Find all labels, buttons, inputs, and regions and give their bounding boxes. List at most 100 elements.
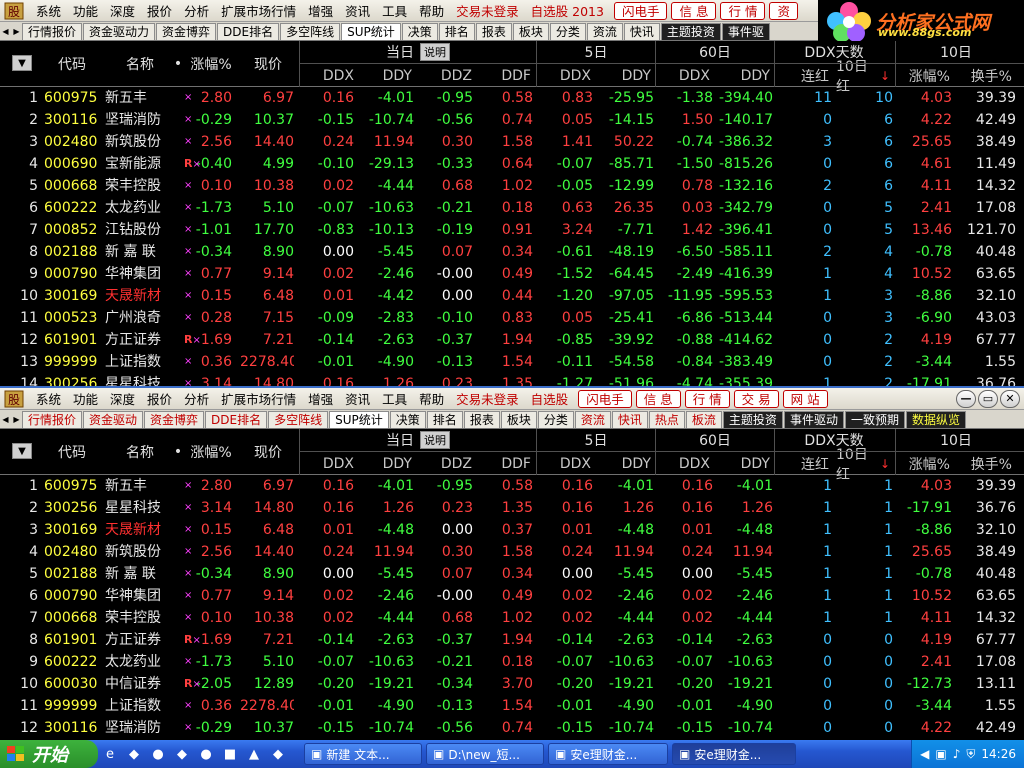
menu-item[interactable]: 功能	[67, 389, 104, 408]
app-quicklaunch-icon[interactable]: ●	[148, 744, 168, 764]
tab[interactable]: 主题投资	[722, 410, 783, 428]
tab[interactable]: 一致预期	[844, 410, 905, 428]
menu-item[interactable]: 自选股 2013	[525, 1, 610, 20]
column-header[interactable]: 换手%	[956, 65, 1016, 87]
menu-item[interactable]: 分析	[178, 389, 215, 408]
toolbar-pill-button[interactable]: 资	[769, 1, 798, 20]
taskbar-window-button[interactable]: ▣ 安e理财金...	[548, 743, 668, 765]
table-row[interactable]: 3 300169 天晟新材 0.15 6.48 0.01 -4.48 0.00 0.37 0.01…	[0, 519, 1024, 541]
minimize-icon[interactable]: —	[956, 389, 976, 408]
menu-item[interactable]: 深度	[104, 389, 141, 408]
column-header[interactable]: DDY	[358, 453, 416, 475]
network-icon[interactable]: ▣	[935, 747, 946, 761]
group-header-today[interactable]: 当日 说明	[300, 41, 536, 63]
app-quicklaunch-icon[interactable]: ◆	[172, 744, 192, 764]
app-logo-icon[interactable]: 股	[2, 1, 26, 21]
table-row[interactable]: 12 300116 坚瑞消防 -0.29 10.37 -0.15 -10.74 -0.56 0.…	[0, 717, 1024, 739]
table-row[interactable]: 1 600975 新五丰 2.80 6.97 0.16 -4.01 -0.95 0.58 0.83…	[0, 87, 1024, 109]
table-row[interactable]: 11 000523 广州浪奇 0.28 7.15 -0.09 -2.83 -0.10 0.83 0…	[0, 307, 1024, 329]
table-row[interactable]: 9 600222 太龙药业 -1.73 5.10 -0.07 -10.63 -0.21 0.18…	[0, 651, 1024, 673]
table-row[interactable]: 2 300256 星星科技 3.14 14.80 0.16 1.26 0.23 1.35 0.16…	[0, 497, 1024, 519]
column-header[interactable]: DDF	[477, 453, 535, 475]
table-row[interactable]: 8 601901 方正证券 1.69 7.21 -0.14 -2.63 -0.37 1.94 -0…	[0, 629, 1024, 651]
column-header[interactable]: DDY	[716, 65, 774, 87]
column-header[interactable]: DDX	[656, 453, 714, 475]
tab[interactable]: 资金驱动	[83, 410, 144, 428]
table-row[interactable]: 2 300116 坚瑞消防 -0.29 10.37 -0.15 -10.74 -0.56 0.7…	[0, 109, 1024, 131]
column-header[interactable]: 现价	[240, 41, 296, 87]
menu-item[interactable]: 分析	[178, 1, 215, 20]
table-row[interactable]: 12 601901 方正证券 1.69 7.21 -0.14 -2.63 -0.37 1.94-…	[0, 329, 1024, 351]
table-row[interactable]: 8 002188 新 嘉 联 -0.34 8.90 0.00 -5.45 0.07 0.34 -0…	[0, 241, 1024, 263]
column-header[interactable]: 名称	[105, 429, 175, 475]
tab[interactable]: 排名	[438, 22, 475, 40]
table-row[interactable]: 4 002480 新筑股份 2.56 14.40 0.24 11.94 0.30 1.58 0.2…	[0, 541, 1024, 563]
column-header[interactable]: DDX	[656, 65, 714, 87]
tab[interactable]: 多空阵线	[268, 410, 329, 428]
menu-item[interactable]: 报价	[141, 1, 178, 20]
menu-item[interactable]: 帮助	[413, 1, 450, 20]
tab[interactable]: 决策	[401, 22, 438, 40]
table-row[interactable]: 5 002188 新 嘉 联 -0.34 8.90 0.00 -5.45 0.07 0.34 0.…	[0, 563, 1024, 585]
tab[interactable]: 多空阵线	[280, 22, 341, 40]
group-header-10d[interactable]: 10日	[896, 41, 1016, 63]
menu-item[interactable]: 交易未登录	[450, 389, 525, 408]
menu-item[interactable]: 工具	[376, 389, 413, 408]
sort-dropdown-icon[interactable]: ▼	[12, 443, 32, 459]
column-header[interactable]: DDF	[477, 65, 535, 87]
tab[interactable]: 数据纵览	[905, 410, 966, 428]
tab-scroll-left-icon[interactable]: ◀	[0, 24, 11, 39]
explain-button[interactable]: 说明	[420, 43, 450, 61]
column-header[interactable]: 10日红 ↓	[836, 59, 894, 95]
tab[interactable]: SUP统计	[329, 410, 389, 428]
menu-item[interactable]: 深度	[104, 1, 141, 20]
menu-item[interactable]: 工具	[376, 1, 413, 20]
column-header[interactable]: 名称	[105, 41, 175, 87]
column-header[interactable]: DDY	[358, 65, 416, 87]
table-row[interactable]: 4 000690 宝新能源 -0.40 4.99 -0.10 -29.13 -0.33 0.64…	[0, 153, 1024, 175]
table-row[interactable]: 7 000668 荣丰控股 0.10 10.38 0.02 -4.44 0.68 1.02 0.0…	[0, 607, 1024, 629]
column-header[interactable]: 涨幅%	[896, 65, 954, 87]
column-header[interactable]: 换手%	[956, 453, 1016, 475]
menu-item[interactable]: 自选股	[525, 389, 575, 408]
security-icon[interactable]: ⛨	[966, 747, 975, 762]
table-row[interactable]: 6 000790 华神集团 0.77 9.14 0.02 -2.46 -0.00 0.49 0.0…	[0, 585, 1024, 607]
column-header[interactable]: DDZ	[418, 453, 476, 475]
table-row[interactable]: 11 999999 上证指数 0.36 2278.40 -0.01 -4.90 -0.13 1.…	[0, 695, 1024, 717]
tab[interactable]: 资金驱动力	[83, 22, 156, 40]
tab[interactable]: 分类	[549, 22, 586, 40]
tab[interactable]: 板块	[500, 410, 537, 428]
menu-item[interactable]: 资讯	[339, 1, 376, 20]
table-row[interactable]: 3 002480 新筑股份 2.56 14.40 0.24 11.94 0.30 1.58 1.4…	[0, 131, 1024, 153]
tab-scroll-left-icon[interactable]: ◀	[0, 412, 11, 427]
menu-item[interactable]: 扩展市场行情	[215, 389, 302, 408]
maximize-icon[interactable]: ▭	[978, 389, 998, 408]
tab[interactable]: 排名	[426, 410, 463, 428]
menu-item[interactable]: 交易未登录	[450, 1, 525, 20]
column-header[interactable]: 代码	[44, 41, 100, 87]
column-header[interactable]: DDY	[597, 65, 655, 87]
tab[interactable]: 板流	[685, 410, 722, 428]
menu-item[interactable]: 报价	[141, 389, 178, 408]
tab-scroll-right-icon[interactable]: ▶	[11, 412, 22, 427]
taskbar-window-button[interactable]: ▣ 安e理财金...	[672, 743, 796, 765]
tab[interactable]: 分类	[537, 410, 574, 428]
menu-item[interactable]: 系统	[30, 389, 67, 408]
group-header-60d[interactable]: 60日	[656, 41, 774, 63]
tab-scroll-right-icon[interactable]: ▶	[11, 24, 22, 39]
table-row[interactable]: 1 600975 新五丰 2.80 6.97 0.16 -4.01 -0.95 0.58 0.16…	[0, 475, 1024, 497]
group-header-60d[interactable]: 60日	[656, 429, 774, 451]
tab[interactable]: 资金博弈	[156, 22, 217, 40]
group-header-5d[interactable]: 5日	[537, 429, 655, 451]
menu-item[interactable]: 增强	[302, 1, 339, 20]
group-header-today[interactable]: 当日 说明	[300, 429, 536, 451]
tab[interactable]: SUP统计	[341, 22, 401, 40]
table-row[interactable]: 9 000790 华神集团 0.77 9.14 0.02 -2.46 -0.00 0.49 -1.…	[0, 263, 1024, 285]
column-header[interactable]: 10日红 ↓	[836, 447, 894, 483]
app-quicklaunch-icon[interactable]: ◆	[124, 744, 144, 764]
tab[interactable]: 快讯	[623, 22, 660, 40]
ie-icon[interactable]: e	[100, 744, 120, 764]
toolbar-pill-button[interactable]: 交 易	[733, 389, 779, 408]
group-header-5d[interactable]: 5日	[537, 41, 655, 63]
menu-item[interactable]: 资讯	[339, 389, 376, 408]
